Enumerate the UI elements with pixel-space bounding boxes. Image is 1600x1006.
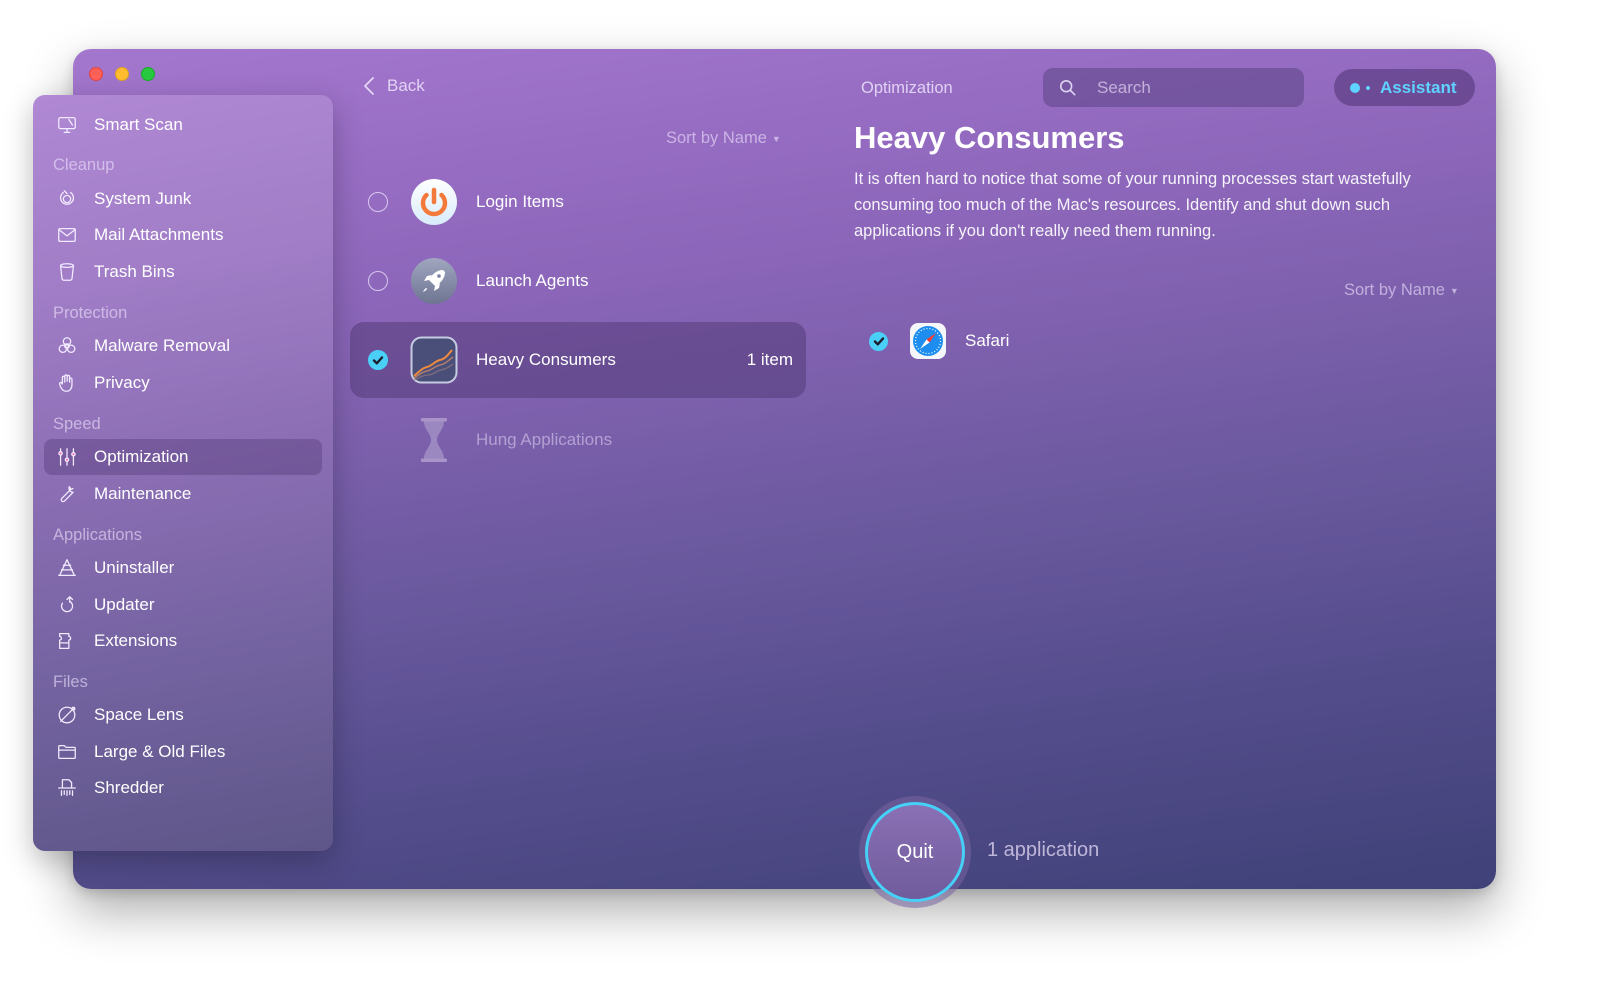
sidebar-section-protection: Protection — [53, 304, 128, 322]
assistant-label: Assistant — [1380, 77, 1457, 97]
sidebar-item-uninstaller[interactable]: Uninstaller — [44, 550, 322, 586]
list-item-heavy-consumers[interactable]: Heavy Consumers 1 item — [350, 322, 806, 398]
search-icon — [1059, 79, 1076, 96]
sidebar-section-cleanup: Cleanup — [53, 156, 115, 174]
biohazard-icon — [55, 334, 79, 358]
back-label: Back — [387, 76, 425, 95]
checkmark-icon — [873, 337, 884, 346]
monitor-icon — [55, 113, 79, 137]
caret-down-icon: ▼ — [1449, 285, 1459, 296]
wrench-icon — [55, 482, 79, 506]
hand-icon — [55, 371, 79, 395]
sidebar-item-system-junk[interactable]: System Junk — [44, 181, 322, 217]
search-field[interactable] — [1043, 68, 1304, 107]
shredder-icon — [55, 776, 79, 800]
back-button[interactable]: Back — [363, 76, 425, 96]
sidebar-item-label: Space Lens — [94, 705, 184, 724]
sort-label: Sort by Name — [666, 129, 767, 147]
sidebar-item-label: Uninstaller — [94, 558, 175, 577]
checkmark-icon — [372, 356, 384, 365]
safari-icon — [909, 322, 947, 360]
sidebar-item-mail-attachments[interactable]: Mail Attachments — [44, 217, 322, 253]
app-row-safari[interactable]: Safari — [866, 322, 1009, 360]
sidebar-item-label: Smart Scan — [94, 115, 183, 134]
detail-description: It is often hard to notice that some of … — [854, 170, 1411, 240]
sidebar-item-label: Extensions — [94, 631, 178, 650]
sidebar-item-label: Trash Bins — [94, 262, 175, 281]
assistant-dot-icon — [1350, 82, 1360, 93]
detail-title: Heavy Consumers — [854, 120, 1125, 155]
power-icon — [410, 178, 458, 226]
mail-icon — [55, 223, 79, 247]
search-input[interactable] — [1097, 77, 1287, 98]
system-junk-icon — [55, 187, 79, 211]
sliders-icon — [55, 445, 79, 469]
trash-icon — [55, 260, 79, 284]
sidebar-item-optimization[interactable]: Optimization — [44, 439, 322, 475]
sidebar-item-label: System Junk — [94, 189, 192, 208]
hourglass-icon — [410, 416, 458, 464]
assistant-small-dot-icon — [1366, 85, 1370, 90]
list-sort-dropdown[interactable]: Sort by Name ▼ — [666, 129, 781, 148]
list-item-label: Hung Applications — [476, 430, 613, 449]
checkbox[interactable] — [368, 192, 388, 212]
sidebar-section-files: Files — [53, 673, 88, 691]
app-name: Safari — [965, 331, 1010, 350]
sidebar-item-label: Updater — [94, 595, 155, 614]
zoom-window-button[interactable] — [141, 67, 155, 81]
sidebar-item-label: Optimization — [94, 447, 189, 466]
list-item-label: Heavy Consumers — [476, 350, 616, 369]
item-count: 1 item — [746, 350, 793, 369]
selection-summary: 1 application — [987, 839, 1100, 861]
minimize-window-button[interactable] — [115, 67, 129, 81]
sidebar-item-label: Mail Attachments — [94, 225, 224, 244]
planet-icon — [55, 703, 79, 727]
sidebar-item-label: Maintenance — [94, 484, 192, 503]
puzzle-icon — [55, 629, 79, 653]
page-title: Optimization — [861, 79, 953, 97]
checkbox[interactable] — [368, 271, 388, 291]
caret-down-icon: ▼ — [771, 133, 781, 144]
update-arrow-icon — [55, 593, 79, 617]
list-item-label: Login Items — [476, 192, 564, 211]
sidebar-item-shredder[interactable]: Shredder — [44, 770, 322, 806]
sidebar-item-trash-bins[interactable]: Trash Bins — [44, 254, 322, 290]
rocket-icon — [410, 257, 458, 305]
list-item-label: Launch Agents — [476, 271, 589, 290]
list-item-login-items[interactable]: Login Items — [350, 164, 806, 240]
sidebar-item-maintenance[interactable]: Maintenance — [44, 476, 322, 512]
sidebar-item-extensions[interactable]: Extensions — [44, 623, 322, 659]
sidebar-item-label: Malware Removal — [94, 336, 231, 355]
detail-sort-dropdown[interactable]: Sort by Name ▼ — [1344, 281, 1459, 300]
sidebar-item-space-lens[interactable]: Space Lens — [44, 697, 322, 733]
sidebar-item-large-old-files[interactable]: Large & Old Files — [44, 734, 322, 770]
chart-icon — [410, 336, 458, 384]
sidebar-item-label: Large & Old Files — [94, 742, 226, 761]
uninstaller-icon — [55, 556, 79, 580]
sidebar: Smart Scan Cleanup System Junk Mail Atta… — [33, 95, 333, 851]
sidebar-item-smart-scan[interactable]: Smart Scan — [44, 107, 322, 143]
window-controls — [89, 67, 155, 81]
sort-label: Sort by Name — [1344, 281, 1445, 299]
sidebar-item-updater[interactable]: Updater — [44, 587, 322, 623]
quit-button-ring: Quit — [859, 796, 971, 908]
sidebar-section-speed: Speed — [53, 415, 101, 433]
sidebar-item-privacy[interactable]: Privacy — [44, 365, 322, 401]
chevron-left-icon — [364, 77, 374, 95]
checkbox-checked[interactable] — [368, 350, 388, 370]
list-item-launch-agents[interactable]: Launch Agents — [350, 243, 806, 319]
sidebar-item-malware-removal[interactable]: Malware Removal — [44, 328, 322, 364]
checkbox-checked[interactable] — [869, 331, 888, 351]
quit-button[interactable]: Quit — [865, 802, 965, 902]
close-window-button[interactable] — [89, 67, 103, 81]
folder-icon — [55, 740, 79, 764]
sidebar-section-applications: Applications — [53, 526, 142, 544]
sidebar-item-label: Privacy — [94, 373, 150, 392]
assistant-button[interactable]: Assistant — [1334, 69, 1475, 106]
sidebar-item-label: Shredder — [94, 778, 164, 797]
list-item-hung-applications: Hung Applications — [350, 402, 806, 478]
